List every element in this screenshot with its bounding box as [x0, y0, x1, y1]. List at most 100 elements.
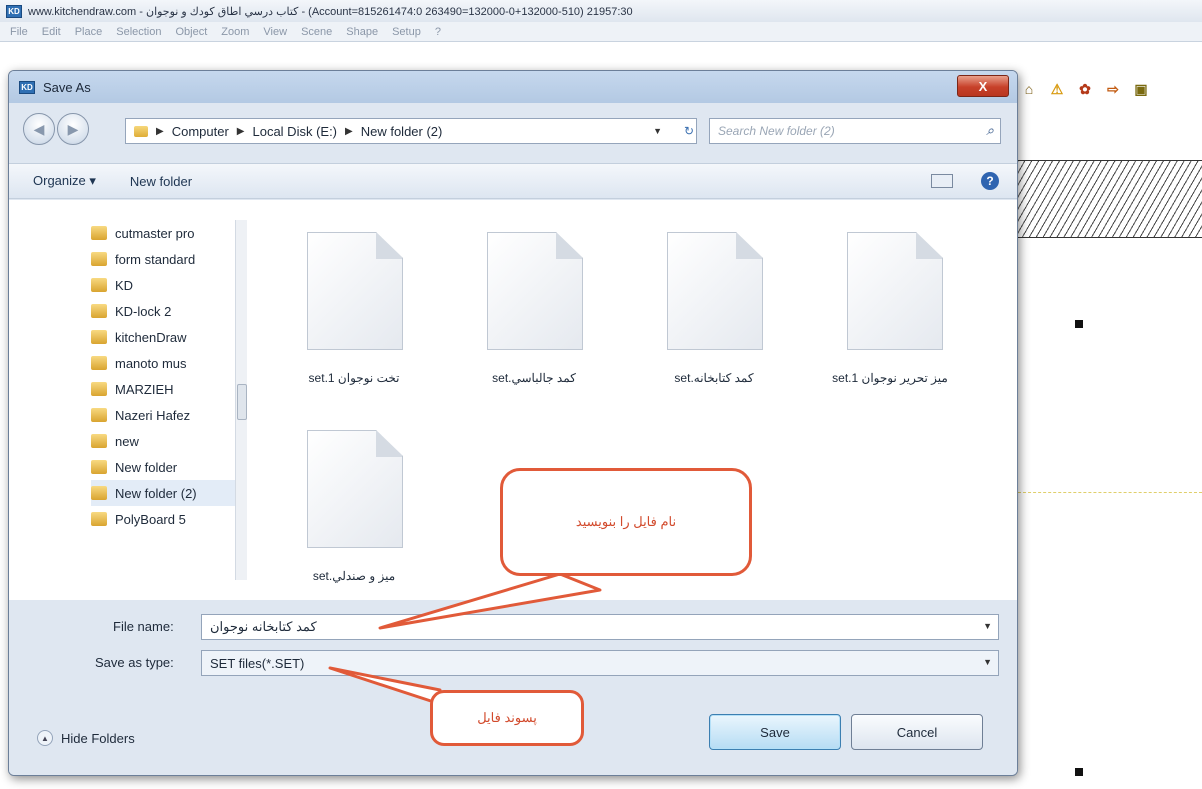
- hide-folders-label: Hide Folders: [61, 730, 135, 746]
- nav-item-label: form standard: [115, 251, 196, 267]
- dialog-titlebar: KD Save As X: [9, 71, 1017, 103]
- nav-item[interactable]: Nazeri Hafez: [91, 402, 239, 428]
- set-file-icon[interactable]: [487, 232, 583, 350]
- drawing-canvas[interactable]: [1018, 120, 1202, 789]
- nav-item[interactable]: PolyBoard 5: [91, 506, 239, 532]
- menu-scene[interactable]: Scene: [301, 26, 332, 38]
- nav-item-label: New folder: [115, 459, 178, 475]
- warning-icon[interactable]: ⚠: [1048, 80, 1066, 98]
- nav-item[interactable]: new: [91, 428, 239, 454]
- cancel-button[interactable]: Cancel: [851, 714, 983, 750]
- file-name-input[interactable]: كمد كتابخانه نوجوان ▼: [201, 614, 999, 640]
- folder-icon: [91, 252, 107, 266]
- dialog-title: Save As: [43, 79, 91, 95]
- close-button[interactable]: X: [957, 75, 1009, 97]
- set-file-icon[interactable]: [847, 232, 943, 350]
- nav-item[interactable]: New folder: [91, 454, 239, 480]
- nav-item[interactable]: cutmaster pro: [91, 220, 239, 246]
- file-name-label: File name:: [113, 619, 174, 634]
- search-icon[interactable]: ⌕: [986, 122, 994, 139]
- menu-place[interactable]: Place: [75, 26, 103, 38]
- file-label[interactable]: ميز تحرير نوجوان 1.set: [825, 370, 955, 386]
- file-label[interactable]: كمد كتابخانه.set: [639, 370, 789, 386]
- search-placeholder: Search New folder (2): [718, 124, 835, 138]
- app-title: www.kitchendraw.com - كتاب درسي اطاق كود…: [28, 5, 633, 18]
- nav-item-label: new: [115, 433, 139, 449]
- chevron-down-icon[interactable]: ▼: [983, 621, 992, 631]
- command-bar-right: ?: [931, 172, 999, 190]
- file-label[interactable]: كمد جالباسي.set: [459, 370, 609, 386]
- kitchendraw-logo: KD: [6, 4, 22, 18]
- breadcrumb-local-disk[interactable]: Local Disk (E:): [252, 124, 337, 139]
- new-folder-button[interactable]: New folder: [130, 174, 192, 189]
- organize-button[interactable]: Organize ▾: [33, 173, 96, 189]
- breadcrumb-separator[interactable]: ▶: [156, 126, 164, 137]
- nav-item[interactable]: KD: [91, 272, 239, 298]
- set-file-icon[interactable]: [307, 232, 403, 350]
- app-toolbar: ⌂ ⚠ ✿ ⇨ ▣: [1020, 80, 1150, 98]
- refresh-icon[interactable]: ↻: [677, 118, 701, 144]
- chevron-up-icon: ▲: [37, 730, 53, 746]
- nav-item-selected[interactable]: New folder (2): [91, 480, 239, 506]
- menu-edit[interactable]: Edit: [42, 26, 61, 38]
- nav-item-label: Nazeri Hafez: [115, 407, 191, 423]
- menu-help[interactable]: ?: [435, 26, 441, 38]
- nav-item-label: MARZIEH: [115, 381, 174, 397]
- handle-marker: [1075, 768, 1083, 776]
- views-icon[interactable]: [931, 174, 953, 188]
- save-options-area: File name: كمد كتابخانه نوجوان ▼ Save as…: [9, 600, 1017, 775]
- breadcrumb-separator[interactable]: ▶: [237, 126, 245, 137]
- save-type-select[interactable]: SET files(*.SET) ▼: [201, 650, 999, 676]
- address-bar[interactable]: ▶ Computer ▶ Local Disk (E:) ▶ New folde…: [125, 118, 697, 144]
- file-label[interactable]: ميز و صندلي.set: [279, 568, 429, 584]
- forward-button[interactable]: ▶: [57, 113, 89, 145]
- set-file-icon[interactable]: [667, 232, 763, 350]
- app-menubar: File Edit Place Selection Object Zoom Vi…: [0, 22, 1202, 42]
- menu-view[interactable]: View: [263, 26, 287, 38]
- nav-item-label: KD: [115, 277, 134, 293]
- back-button[interactable]: ◀: [23, 113, 55, 145]
- menu-zoom[interactable]: Zoom: [221, 26, 249, 38]
- nav-item[interactable]: MARZIEH: [91, 376, 239, 402]
- filename-callout: نام فايل را بنويسيد: [500, 468, 752, 576]
- set-file-icon[interactable]: [307, 430, 403, 548]
- menu-setup[interactable]: Setup: [392, 26, 421, 38]
- extension-callout: پسوند فايل: [430, 690, 584, 746]
- save-button[interactable]: Save: [709, 714, 841, 750]
- folder-icon: [91, 512, 107, 526]
- folder-icon: [91, 434, 107, 448]
- save-type-value: SET files(*.SET): [210, 655, 305, 671]
- dialog-app-icon: KD: [19, 80, 35, 94]
- gear-icon[interactable]: ✿: [1076, 80, 1094, 98]
- nav-item[interactable]: kitchenDraw: [91, 324, 239, 350]
- breadcrumb-computer[interactable]: Computer: [172, 124, 229, 139]
- lamp-icon[interactable]: ⌂: [1020, 80, 1038, 98]
- nav-item-label: PolyBoard 5: [115, 511, 186, 527]
- save-type-label: Save as type:: [95, 655, 174, 670]
- address-dropdown-icon[interactable]: ▼: [653, 126, 662, 136]
- folder-icon: [91, 460, 107, 474]
- menu-shape[interactable]: Shape: [346, 26, 378, 38]
- search-input[interactable]: Search New folder (2) ⌕: [709, 118, 1001, 144]
- folder-icon: [91, 382, 107, 396]
- chevron-down-icon[interactable]: ▼: [983, 657, 992, 667]
- nav-scrollbar[interactable]: [235, 220, 247, 580]
- scrollbar-thumb[interactable]: [237, 384, 247, 420]
- nav-item[interactable]: manoto mus: [91, 350, 239, 376]
- hide-folders-toggle[interactable]: ▲ Hide Folders: [37, 730, 135, 746]
- nav-item-label: cutmaster pro: [115, 225, 195, 241]
- breadcrumb-separator[interactable]: ▶: [345, 126, 353, 137]
- folder-icon: [91, 330, 107, 344]
- export-icon[interactable]: ⇨: [1104, 80, 1122, 98]
- menu-object[interactable]: Object: [176, 26, 208, 38]
- nav-item[interactable]: KD-lock 2: [91, 298, 239, 324]
- nav-item-label: kitchenDraw: [115, 329, 187, 345]
- help-icon[interactable]: ?: [981, 172, 999, 190]
- nav-item[interactable]: form standard: [91, 246, 239, 272]
- menu-file[interactable]: File: [10, 26, 28, 38]
- breadcrumb-new-folder-2[interactable]: New folder (2): [361, 124, 443, 139]
- menu-selection[interactable]: Selection: [116, 26, 161, 38]
- file-label[interactable]: تخت نوجوان 1.set: [279, 370, 429, 386]
- save-as-dialog: KD Save As X ◀ ▶ ▶ Computer ▶ Local Disk…: [8, 70, 1018, 776]
- book-icon[interactable]: ▣: [1132, 80, 1150, 98]
